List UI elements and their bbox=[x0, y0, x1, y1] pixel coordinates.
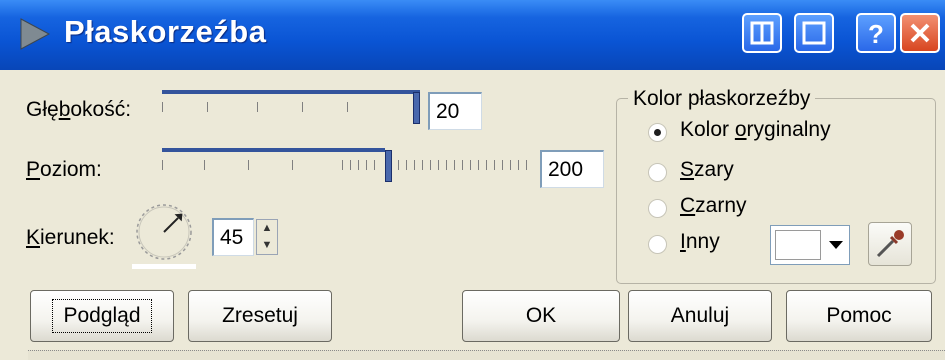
tick bbox=[486, 160, 487, 170]
direction-dial[interactable] bbox=[130, 198, 198, 272]
tick bbox=[446, 160, 447, 170]
level-slider-ticks bbox=[162, 160, 528, 180]
dropdown-arrow-icon[interactable] bbox=[829, 241, 843, 249]
preview-button[interactable]: Podgląd bbox=[30, 290, 174, 342]
spin-down-arrow-icon[interactable]: ▼ bbox=[257, 237, 277, 254]
radio-original-color-label[interactable]: Kolor oryginalny bbox=[680, 118, 831, 142]
tick bbox=[422, 160, 423, 170]
split-view-button[interactable] bbox=[742, 13, 782, 53]
tick bbox=[430, 160, 431, 170]
tick bbox=[462, 160, 463, 170]
help-button[interactable]: ? bbox=[856, 13, 896, 53]
tick bbox=[207, 102, 208, 112]
tick bbox=[454, 160, 455, 170]
level-slider-track[interactable] bbox=[162, 148, 385, 152]
radio-original-color[interactable] bbox=[648, 123, 667, 142]
eyedropper-icon bbox=[876, 230, 904, 258]
spin-up-arrow-icon[interactable]: ▲ bbox=[257, 220, 277, 237]
depth-slider-ticks bbox=[162, 102, 420, 122]
depth-slider-thumb[interactable] bbox=[413, 92, 420, 124]
tick bbox=[257, 102, 258, 112]
reset-button[interactable]: Zresetuj bbox=[188, 290, 332, 342]
close-icon bbox=[910, 23, 930, 43]
direction-value-field[interactable]: 45 bbox=[212, 218, 254, 256]
dialog-window: Płaskorzeźba ? Głębokość: 20 Poziom: 200… bbox=[0, 0, 945, 360]
level-value-field[interactable]: 200 bbox=[540, 150, 604, 188]
tick bbox=[494, 160, 495, 170]
direction-spinner[interactable]: ▲ ▼ bbox=[256, 219, 278, 255]
radio-gray-label[interactable]: Szary bbox=[680, 158, 734, 182]
tick bbox=[248, 160, 249, 170]
tick bbox=[358, 160, 359, 170]
color-swatch bbox=[775, 230, 821, 260]
tick bbox=[162, 102, 163, 112]
direction-label: Kierunek: bbox=[26, 226, 115, 249]
tick bbox=[302, 102, 303, 112]
color-group-title: Kolor płaskorzeźby bbox=[628, 87, 816, 111]
radio-other-label[interactable]: Inny bbox=[680, 230, 720, 254]
depth-slider-track[interactable] bbox=[162, 90, 420, 94]
tick bbox=[374, 160, 375, 170]
tick bbox=[526, 160, 527, 170]
tick bbox=[342, 160, 343, 170]
tick bbox=[414, 160, 415, 170]
radio-gray[interactable] bbox=[648, 163, 667, 182]
eyedropper-button[interactable] bbox=[868, 222, 912, 266]
help-icon: ? bbox=[868, 19, 884, 49]
tick bbox=[204, 160, 205, 170]
depth-slider[interactable] bbox=[162, 90, 420, 126]
help-dialog-button[interactable]: Pomoc bbox=[786, 290, 932, 342]
tick bbox=[366, 160, 367, 170]
tick bbox=[406, 160, 407, 170]
tick bbox=[398, 160, 399, 170]
svg-text:?: ? bbox=[868, 19, 884, 49]
preview-area-edge bbox=[28, 350, 945, 360]
tick bbox=[347, 102, 348, 112]
depth-value-field[interactable]: 20 bbox=[428, 92, 482, 130]
title-bar[interactable]: Płaskorzeźba ? bbox=[0, 0, 945, 70]
tick bbox=[438, 160, 439, 170]
tick bbox=[292, 160, 293, 170]
window-title: Płaskorzeźba bbox=[64, 14, 267, 49]
columns-icon bbox=[750, 21, 774, 45]
level-label: Poziom: bbox=[26, 158, 102, 181]
tick bbox=[350, 160, 351, 170]
app-play-icon bbox=[20, 18, 51, 50]
ok-button[interactable]: OK bbox=[462, 290, 620, 342]
tick bbox=[162, 160, 163, 170]
level-slider[interactable] bbox=[162, 148, 528, 184]
cancel-button[interactable]: Anuluj bbox=[628, 290, 772, 342]
tick bbox=[510, 160, 511, 170]
radio-black-label[interactable]: Czarny bbox=[680, 194, 747, 218]
tick bbox=[502, 160, 503, 170]
level-slider-thumb[interactable] bbox=[385, 150, 392, 182]
depth-label: Głębokość: bbox=[26, 98, 132, 121]
tick bbox=[518, 160, 519, 170]
radio-black[interactable] bbox=[648, 199, 667, 218]
close-button[interactable] bbox=[900, 13, 940, 53]
maximize-icon bbox=[802, 21, 826, 45]
maximize-button[interactable] bbox=[794, 13, 834, 53]
radio-other[interactable] bbox=[648, 235, 667, 254]
tick bbox=[478, 160, 479, 170]
color-picker-dropdown[interactable] bbox=[770, 225, 850, 265]
tick bbox=[470, 160, 471, 170]
